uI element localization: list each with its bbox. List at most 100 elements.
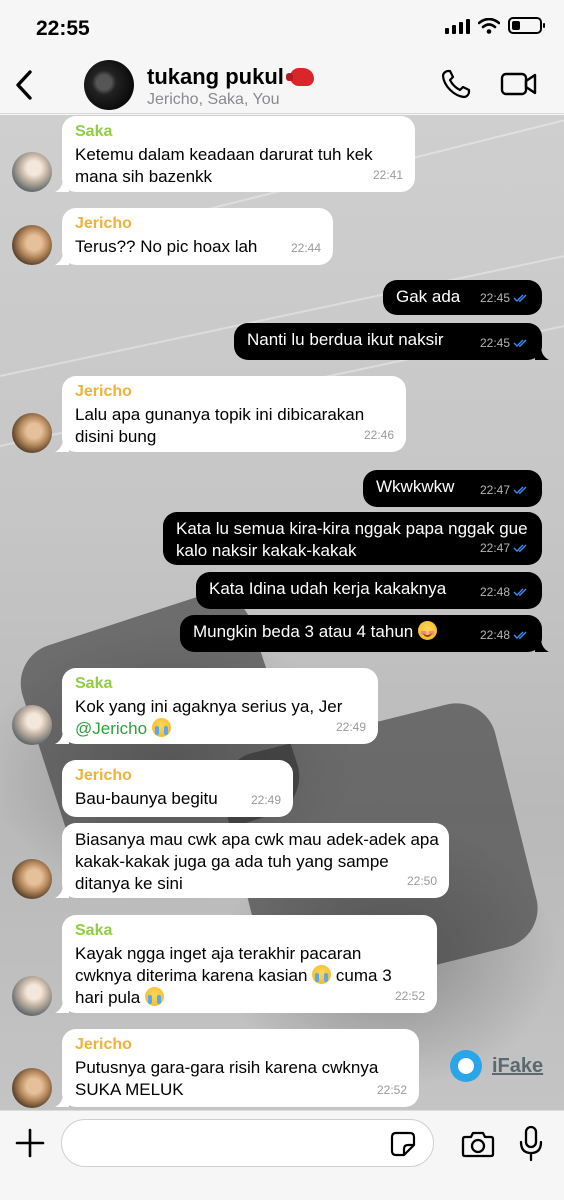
crying-face-emoji	[144, 987, 164, 1006]
message-time: 22:48	[479, 628, 510, 642]
mention-link[interactable]: @Jericho	[75, 719, 147, 738]
message-bubble[interactable]: Kata Idina udah kerja kakaknya 22:48	[196, 572, 542, 609]
bubble-tail	[535, 638, 549, 652]
avatar-jericho[interactable]	[12, 413, 52, 453]
bubble-tail	[55, 884, 69, 898]
message-bubble[interactable]: Saka Kayak ngga inget aja terakhir pacar…	[55, 915, 437, 1013]
message-time: 22:47	[479, 483, 510, 497]
double-tick-icon	[513, 631, 527, 639]
video-call-icon[interactable]	[500, 70, 538, 98]
bubble-tail	[55, 438, 69, 452]
group-members: Jericho, Saka, You	[147, 91, 280, 108]
message-time: 22:45	[479, 291, 510, 305]
message-input[interactable]	[61, 1119, 434, 1167]
sender-name: Jericho	[75, 383, 132, 400]
bubble-tail	[55, 251, 69, 265]
message-meta: 22:49	[336, 716, 366, 738]
message-bubble[interactable]: Mungkin beda 3 atau 4 tahun 22:48	[180, 615, 549, 652]
status-bar: 22:55	[0, 0, 564, 56]
camera-icon[interactable]	[461, 1129, 495, 1159]
message-meta: 22:49	[251, 789, 281, 811]
message-text: Putusnya gara-gara risih karena cwknya S…	[75, 1058, 379, 1099]
status-icons	[445, 17, 545, 34]
message-meta: 22:47	[480, 537, 530, 559]
sender-name: Saka	[75, 123, 113, 140]
ifake-watermark: iFake	[450, 1050, 543, 1082]
double-tick-icon	[513, 486, 527, 494]
message-time: 22:50	[406, 874, 437, 888]
message-bubble[interactable]: Jericho Lalu apa gunanya topik ini dibic…	[55, 376, 406, 452]
chat-area[interactable]: Saka Ketemu dalam keadaan darurat tuh ke…	[0, 115, 564, 1110]
sender-name: Saka	[75, 922, 113, 939]
smiling-face-emoji	[417, 621, 437, 640]
status-time: 22:55	[36, 17, 90, 40]
wifi-icon	[478, 17, 500, 34]
input-bar	[0, 1110, 564, 1200]
avatar-saka[interactable]	[12, 705, 52, 745]
message-time: 22:49	[335, 720, 366, 734]
message-bubble[interactable]: Gak ada 22:45	[383, 280, 542, 315]
message-text: Kok yang ini agaknya serius ya, Jer	[75, 697, 343, 716]
sticker-icon[interactable]	[390, 1131, 416, 1157]
double-tick-icon	[513, 544, 527, 552]
crying-face-emoji	[312, 965, 332, 984]
crying-face-emoji	[151, 718, 171, 737]
message-meta: 22:45	[480, 332, 530, 354]
message-bubble[interactable]: Kata lu semua kira-kira nggak papa nggak…	[163, 512, 542, 565]
message-text: Lalu apa gunanya topik ini dibicarakan d…	[75, 405, 365, 446]
group-avatar[interactable]	[84, 60, 134, 110]
message-text: Kayak ngga inget aja terakhir pacaran cw…	[75, 943, 420, 1009]
message-bubble[interactable]: Nanti lu berdua ikut naksir 22:45	[234, 323, 549, 360]
message-bubble[interactable]: Jericho Bau-baunya begitu 22:49	[62, 760, 293, 817]
message-text: Terus?? No pic hoax lah	[75, 237, 258, 256]
avatar-saka[interactable]	[12, 976, 52, 1016]
message-time: 22:52	[376, 1083, 407, 1097]
battery-icon	[508, 17, 545, 34]
message-bubble[interactable]: Jericho Terus?? No pic hoax lah 22:44	[55, 208, 333, 265]
double-tick-icon	[513, 339, 527, 347]
message-time: 22:52	[394, 989, 425, 1003]
message-time: 22:47	[479, 541, 510, 555]
ifake-logo-icon	[450, 1050, 482, 1082]
message-meta: 22:50	[407, 870, 437, 892]
back-chevron-icon[interactable]	[10, 66, 40, 104]
message-text: Biasanya mau cwk apa cwk mau adek-adek a…	[75, 830, 439, 893]
message-meta: 22:52	[395, 985, 425, 1007]
message-bubble[interactable]: Biasanya mau cwk apa cwk mau adek-adek a…	[55, 823, 449, 898]
chat-header: tukang pukul Jericho, Saka, You	[0, 56, 564, 114]
message-time: 22:48	[479, 585, 510, 599]
avatar-jericho[interactable]	[12, 859, 52, 899]
sender-name: Saka	[75, 675, 113, 692]
message-text-line2: @Jericho	[75, 718, 366, 740]
message-meta: 22:46	[364, 424, 394, 446]
avatar-jericho[interactable]	[12, 225, 52, 265]
message-meta: 22:44	[291, 237, 321, 259]
message-bubble[interactable]: Saka Ketemu dalam keadaan darurat tuh ke…	[55, 116, 415, 192]
message-bubble[interactable]: Wkwkwkw 22:47	[363, 470, 542, 507]
boxing-glove-icon	[285, 68, 314, 86]
bubble-tail	[55, 1093, 69, 1107]
ifake-label: iFake	[492, 1054, 544, 1077]
message-time: 22:46	[363, 428, 394, 442]
message-text-part: Mungkin beda 3 atau 4 tahun	[193, 622, 414, 641]
microphone-icon[interactable]	[518, 1125, 544, 1163]
message-time: 22:49	[250, 793, 281, 807]
message-bubble[interactable]: Saka Kok yang ini agaknya serius ya, Jer…	[55, 668, 378, 744]
message-meta: 22:47	[480, 479, 530, 501]
message-meta: 22:45	[480, 287, 530, 309]
bubble-tail	[55, 178, 69, 192]
avatar-saka[interactable]	[12, 152, 52, 192]
message-meta: 22:48	[480, 624, 530, 646]
message-bubble[interactable]: Jericho Putusnya gara-gara risih karena …	[55, 1029, 419, 1107]
sender-name: Jericho	[75, 1036, 132, 1053]
plus-icon[interactable]	[14, 1127, 46, 1159]
bubble-tail	[535, 346, 549, 360]
message-meta: 22:52	[377, 1079, 407, 1101]
bubble-tail	[55, 999, 69, 1013]
group-title-row[interactable]: tukang pukul	[147, 64, 314, 90]
phone-call-icon[interactable]	[440, 68, 472, 100]
sender-name: Jericho	[75, 767, 132, 784]
avatar-jericho[interactable]	[12, 1068, 52, 1108]
message-time: 22:45	[479, 336, 510, 350]
bubble-tail	[55, 730, 69, 744]
